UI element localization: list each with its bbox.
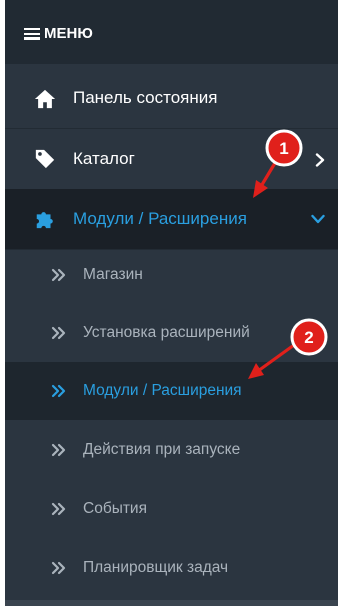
- submenu-item-installer[interactable]: Установка расширений: [5, 304, 338, 362]
- hamburger-icon: [24, 28, 40, 40]
- double-chevron-right-icon: [51, 326, 66, 340]
- submenu-item-label: События: [83, 500, 147, 517]
- submenu-item-events[interactable]: События: [5, 480, 338, 538]
- double-chevron-right-icon: [51, 561, 66, 575]
- submenu-item-label: Действия при запуске: [83, 441, 241, 458]
- chevron-down-icon: [311, 214, 325, 224]
- sidebar-item-catalog[interactable]: Каталог: [5, 129, 338, 190]
- submenu-item-store[interactable]: Магазин: [5, 246, 338, 304]
- submenu-item-label: Магазин: [83, 266, 143, 283]
- submenu-item-cron[interactable]: Планировщик задач: [5, 539, 338, 597]
- home-icon: [34, 89, 56, 109]
- submenu-item-label: Модули / Расширения: [83, 382, 242, 399]
- sidebar-item-label: Модули / Расширения: [73, 209, 247, 228]
- double-chevron-right-icon: [51, 268, 66, 282]
- puzzle-icon: [36, 212, 53, 229]
- submenu-item-extensions[interactable]: Модули / Расширения: [5, 362, 338, 420]
- sidebar-item-label: Каталог: [73, 149, 135, 168]
- sidebar-menu: МЕНЮ Панель состояния Каталог Модули / Р…: [5, 0, 338, 606]
- menu-header[interactable]: МЕНЮ: [5, 0, 338, 64]
- menu-header-label: МЕНЮ: [44, 25, 93, 42]
- submenu-item-label: Установка расширений: [83, 324, 250, 341]
- submenu-item-label: Планировщик задач: [83, 559, 229, 576]
- chevron-right-icon: [315, 153, 325, 167]
- double-chevron-right-icon: [51, 502, 66, 516]
- sidebar-item-label: Панель состояния: [73, 88, 218, 107]
- menu-bottom-edge: [5, 600, 338, 606]
- submenu-item-startup[interactable]: Действия при запуске: [5, 421, 338, 479]
- tag-icon: [35, 149, 55, 169]
- sidebar-item-dashboard[interactable]: Панель состояния: [5, 68, 338, 129]
- double-chevron-right-icon: [51, 384, 66, 398]
- sidebar-item-extensions[interactable]: Модули / Расширения: [5, 189, 338, 250]
- double-chevron-right-icon: [51, 443, 66, 457]
